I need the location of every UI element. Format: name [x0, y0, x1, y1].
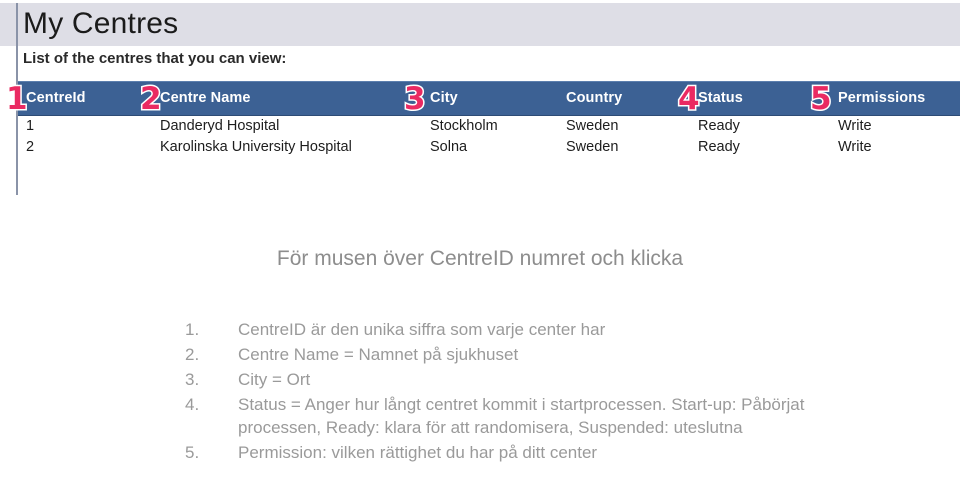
cell-status: Ready	[698, 139, 740, 155]
notes-region: För musen över CentreID numret och klick…	[0, 210, 960, 501]
page-title: My Centres	[23, 7, 179, 40]
step-badge-2: 2	[139, 81, 164, 117]
list-item: 1. CentreID är den unika siffra som varj…	[185, 318, 845, 341]
cell-city: Solna	[430, 139, 468, 155]
centres-table: 1 2 3 4 5 CentreId Centre Name City Coun…	[5, 81, 960, 191]
column-header-city[interactable]: City	[430, 89, 458, 107]
cell-city: Stockholm	[430, 118, 498, 134]
column-header-country[interactable]: Country	[566, 89, 622, 107]
list-item: 2. Centre Name = Namnet på sjukhuset	[185, 343, 845, 366]
step-badge-5: 5	[809, 81, 834, 117]
table-row[interactable]: 1 Danderyd Hospital Stockholm Sweden Rea…	[18, 116, 960, 137]
list-item: 5. Permission: vilken rättighet du har p…	[185, 441, 845, 464]
list-item-text: Permission: vilken rättighet du har på d…	[238, 443, 598, 462]
list-item-text: Centre Name = Namnet på sjukhuset	[238, 345, 519, 364]
table-row[interactable]: 2 Karolinska University Hospital Solna S…	[18, 137, 960, 158]
cell-country: Sweden	[566, 118, 619, 134]
list-item: 3. City = Ort	[185, 368, 845, 391]
list-item-number: 2.	[185, 345, 200, 364]
list-item-number: 5.	[185, 443, 200, 462]
page-subtitle: List of the centres that you can view:	[23, 50, 287, 67]
list-item-number: 1.	[185, 320, 200, 339]
cell-centreid[interactable]: 1	[26, 116, 34, 137]
column-header-centreid[interactable]: CentreId	[26, 89, 86, 107]
list-item-text: CentreID är den unika siffra som varje c…	[238, 320, 606, 339]
cell-permissions: Write	[838, 118, 872, 134]
step-badge-1: 1	[5, 81, 30, 117]
column-header-centre-name[interactable]: Centre Name	[160, 89, 251, 107]
cell-status: Ready	[698, 118, 740, 134]
cell-centre-name: Karolinska University Hospital	[160, 139, 352, 155]
embedded-screenshot: My Centres List of the centres that you …	[0, 0, 960, 210]
column-header-permissions[interactable]: Permissions	[838, 89, 925, 107]
list-item-number: 4.	[185, 395, 200, 414]
list-item: 4. Status = Anger hur långt centret komm…	[185, 393, 845, 439]
list-item-number: 3.	[185, 370, 200, 389]
column-header-status[interactable]: Status	[698, 89, 743, 107]
step-badge-3: 3	[403, 81, 428, 117]
cell-country: Sweden	[566, 139, 619, 155]
list-item-text: Status = Anger hur långt centret kommit …	[238, 395, 805, 437]
cell-centre-name: Danderyd Hospital	[160, 118, 280, 134]
cell-centreid[interactable]: 2	[26, 137, 34, 158]
notes-list: 1. CentreID är den unika siffra som varj…	[185, 318, 845, 466]
list-item-text: City = Ort	[238, 370, 311, 389]
table-body: 1 Danderyd Hospital Stockholm Sweden Rea…	[18, 116, 960, 158]
cell-permissions: Write	[838, 139, 872, 155]
step-badge-4: 4	[677, 81, 702, 117]
notes-heading: För musen över CentreID numret och klick…	[276, 247, 684, 270]
